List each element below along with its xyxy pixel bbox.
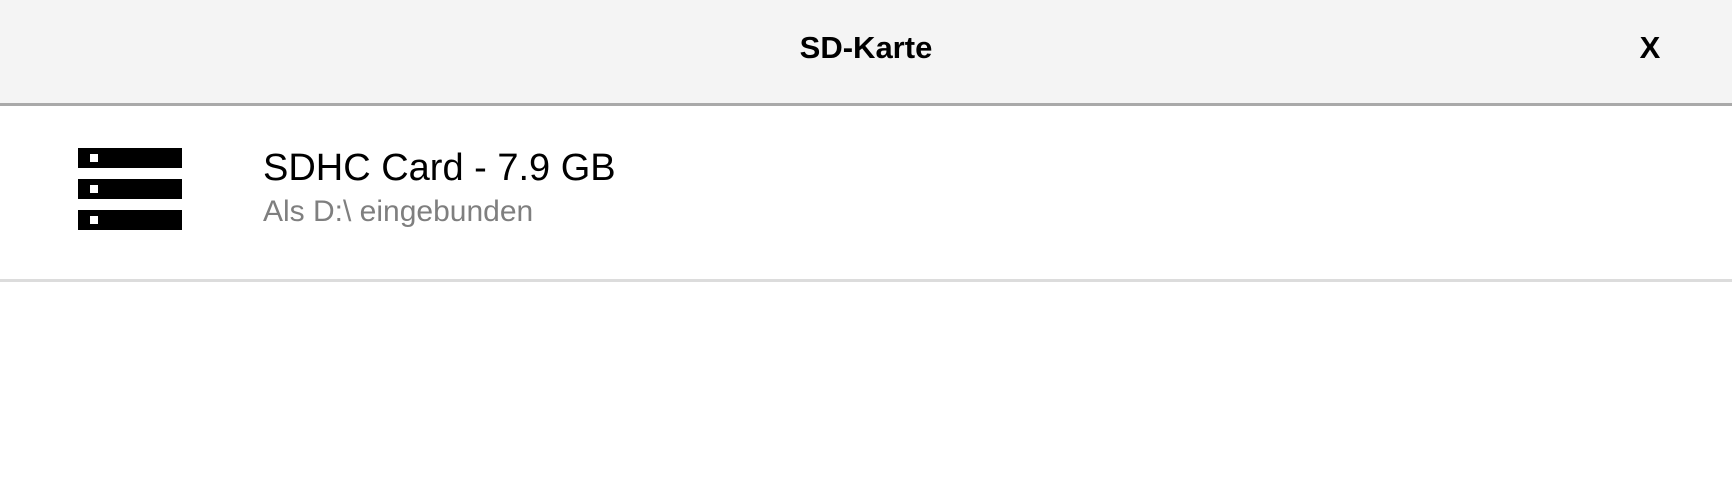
drive-mount-status: Als D:\ eingebunden: [263, 195, 534, 228]
close-button[interactable]: X: [1628, 24, 1672, 72]
storage-drive-icon: [78, 148, 182, 232]
drive-list-item[interactable]: SDHC Card - 7.9 GB Als D:\ eingebunden: [0, 106, 1732, 282]
dialog-title: SD-Karte: [799, 30, 933, 65]
dialog-header: SD-Karte X: [0, 0, 1732, 106]
drive-title: SDHC Card - 7.9 GB: [263, 147, 616, 189]
